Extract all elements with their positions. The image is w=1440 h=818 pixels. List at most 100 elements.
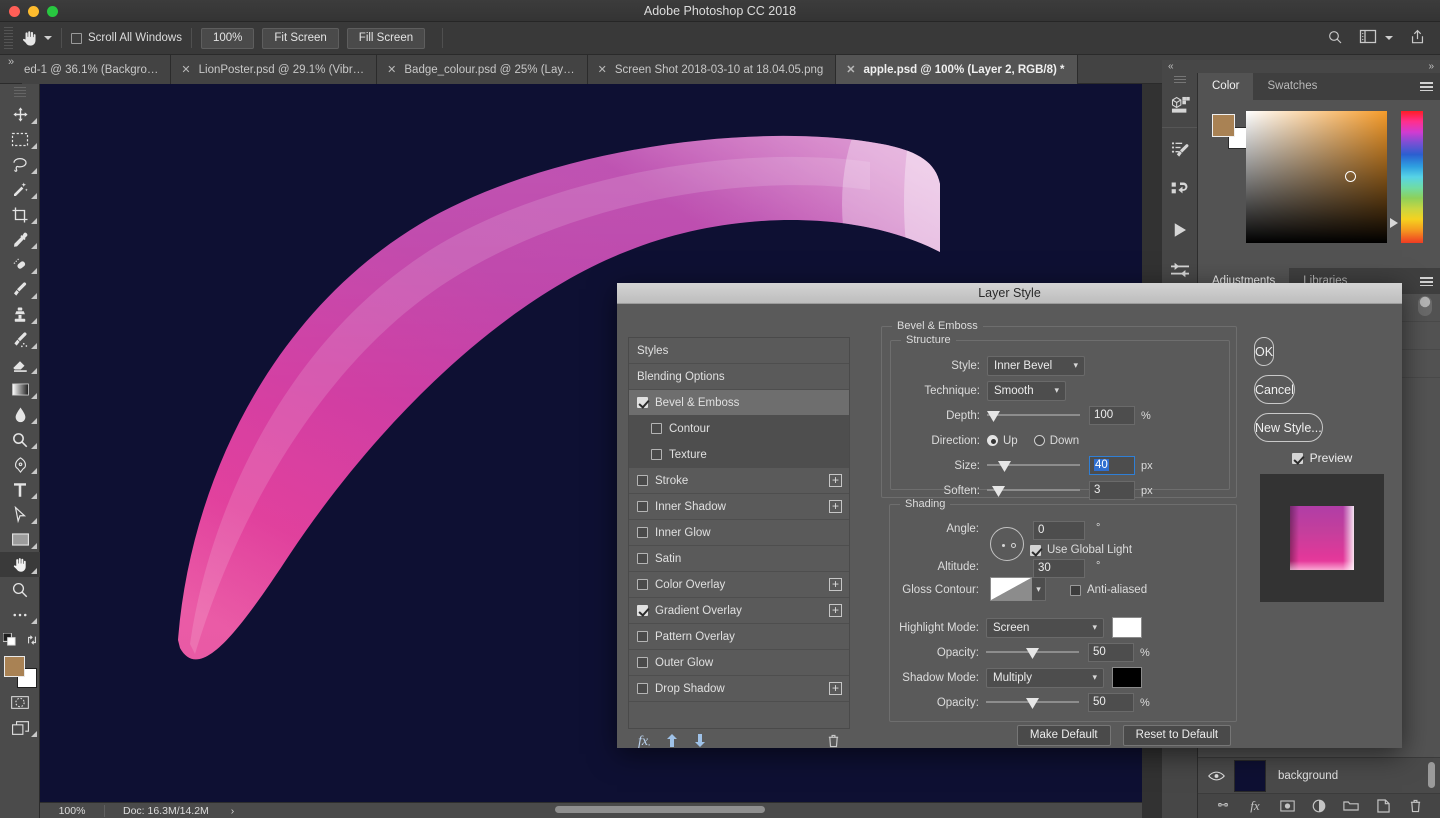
- styles-list-item-texture[interactable]: Texture: [629, 442, 849, 468]
- document-tab[interactable]: ✕ LionPoster.psd @ 29.1% (Vibr…: [171, 55, 377, 84]
- document-tab[interactable]: ✕ Screen Shot 2018-03-10 at 18.04.05.png: [588, 55, 837, 84]
- hue-slider[interactable]: [1401, 111, 1423, 243]
- effect-checkbox[interactable]: [651, 449, 662, 460]
- tab-swatches[interactable]: Swatches: [1253, 73, 1331, 100]
- layer-name[interactable]: background: [1266, 770, 1338, 782]
- effect-checkbox[interactable]: [637, 605, 648, 616]
- blur-tool[interactable]: [0, 402, 40, 427]
- status-expand-icon[interactable]: ›: [231, 805, 235, 817]
- expand-panels-icon[interactable]: »: [1428, 61, 1434, 72]
- adjustments-panel-menu-icon[interactable]: [1412, 268, 1440, 294]
- close-icon[interactable]: ✕: [846, 63, 855, 76]
- style-select[interactable]: Inner Bevel ▾: [987, 356, 1085, 376]
- fit-screen-button[interactable]: Fit Screen: [262, 28, 338, 49]
- effect-checkbox[interactable]: [637, 501, 648, 512]
- scroll-all-windows-checkbox[interactable]: Scroll All Windows: [71, 32, 182, 44]
- workspace-chevron-down-icon[interactable]: [1385, 36, 1393, 40]
- tabbar-collapse-icon[interactable]: »: [0, 55, 22, 83]
- styles-list-item-blending-options[interactable]: Blending Options: [629, 364, 849, 390]
- 3d-panel-icon[interactable]: [1162, 85, 1198, 125]
- cancel-button[interactable]: Cancel: [1254, 375, 1295, 404]
- direction-up-radio[interactable]: Up: [987, 435, 1018, 447]
- tool-preset-chevron-down-icon[interactable]: [44, 36, 52, 40]
- delete-icon[interactable]: [827, 734, 840, 751]
- styles-list-item-satin[interactable]: Satin: [629, 546, 849, 572]
- brush-tool[interactable]: [0, 277, 40, 302]
- close-icon[interactable]: ✕: [181, 63, 190, 76]
- layer-filter-toggle[interactable]: [1418, 296, 1432, 319]
- screen-mode-icon[interactable]: [0, 715, 40, 740]
- styles-list-item-color-overlay[interactable]: Color Overlay +: [629, 572, 849, 598]
- document-tab-active[interactable]: ✕ apple.psd @ 100% (Layer 2, RGB/8) *: [836, 55, 1077, 84]
- add-effect-icon[interactable]: +: [829, 682, 842, 695]
- eyedropper-tool[interactable]: [0, 227, 40, 252]
- chevron-down-icon[interactable]: ▾: [1032, 577, 1046, 601]
- size-input[interactable]: 40: [1089, 456, 1135, 475]
- direction-down-radio[interactable]: Down: [1034, 435, 1079, 447]
- angle-dial[interactable]: [990, 527, 1024, 561]
- mask-icon[interactable]: [1279, 798, 1295, 814]
- styles-list-item-inner-shadow[interactable]: Inner Shadow +: [629, 494, 849, 520]
- styles-list-item-styles[interactable]: Styles: [629, 338, 849, 364]
- slider-knob[interactable]: [998, 461, 1011, 472]
- layer-thumbnail[interactable]: [1234, 760, 1266, 792]
- default-colors-and-swap-icons[interactable]: [0, 627, 40, 652]
- gradient-tool[interactable]: [0, 377, 40, 402]
- soften-slider[interactable]: [987, 481, 1080, 500]
- shadow-mode-select[interactable]: Multiply ▾: [986, 668, 1104, 688]
- slider-knob[interactable]: [1026, 698, 1039, 709]
- gloss-contour-picker[interactable]: ▾: [990, 577, 1046, 601]
- color-panel-fg-bg-swatches[interactable]: [1212, 114, 1250, 149]
- depth-input[interactable]: 100: [1089, 406, 1135, 425]
- tools-panel-grip[interactable]: [14, 87, 26, 99]
- type-tool[interactable]: [0, 477, 40, 502]
- size-slider[interactable]: [987, 456, 1080, 475]
- shadow-opacity-input[interactable]: 50: [1088, 693, 1134, 712]
- effect-checkbox[interactable]: [637, 553, 648, 564]
- layer-list-item[interactable]: background: [1198, 757, 1440, 794]
- hand-tool[interactable]: [0, 552, 40, 577]
- layers-panel-scrollbar[interactable]: [1428, 762, 1435, 788]
- foreground-background-color-swatches[interactable]: [3, 656, 37, 688]
- quick-mask-icon[interactable]: [0, 690, 40, 715]
- shadow-color-swatch[interactable]: [1112, 667, 1142, 688]
- hue-slider-marker[interactable]: [1390, 218, 1398, 228]
- highlight-color-swatch[interactable]: [1112, 617, 1142, 638]
- effect-checkbox[interactable]: [637, 475, 648, 486]
- styles-list-item-gradient-overlay[interactable]: Gradient Overlay +: [629, 598, 849, 624]
- altitude-input[interactable]: 30: [1033, 559, 1085, 578]
- shadow-opacity-slider[interactable]: [986, 693, 1079, 712]
- zoom-100-button[interactable]: 100%: [201, 28, 254, 49]
- styles-list-item-pattern-overlay[interactable]: Pattern Overlay: [629, 624, 849, 650]
- link-icon[interactable]: [1215, 798, 1231, 814]
- effect-checkbox[interactable]: [637, 631, 648, 642]
- color-panel-foreground-swatch[interactable]: [1212, 114, 1235, 137]
- angle-input[interactable]: 0: [1033, 521, 1085, 540]
- effect-checkbox[interactable]: [651, 423, 662, 434]
- fx-icon[interactable]: fx: [1247, 798, 1263, 814]
- color-panel-menu-icon[interactable]: [1412, 73, 1440, 100]
- move-up-icon[interactable]: [666, 734, 678, 750]
- highlight-opacity-input[interactable]: 50: [1088, 643, 1134, 662]
- zoom-level[interactable]: 100%: [40, 805, 105, 817]
- move-tool[interactable]: [0, 102, 40, 127]
- styles-list-item-inner-glow[interactable]: Inner Glow: [629, 520, 849, 546]
- quick-selection-tool[interactable]: [0, 177, 40, 202]
- document-tab[interactable]: ✕ Badge_colour.psd @ 25% (Lay…: [377, 55, 587, 84]
- document-tab[interactable]: ed-1 @ 36.1% (Backgro…: [22, 55, 171, 84]
- slider-knob[interactable]: [1026, 648, 1039, 659]
- effect-checkbox[interactable]: [637, 397, 648, 408]
- history-brush-tool[interactable]: [0, 327, 40, 352]
- effect-checkbox[interactable]: [637, 527, 648, 538]
- clone-stamp-tool[interactable]: [0, 302, 40, 327]
- foreground-color-swatch[interactable]: [4, 656, 25, 677]
- effect-checkbox[interactable]: [637, 683, 648, 694]
- styles-list-item-drop-shadow[interactable]: Drop Shadow +: [629, 676, 849, 702]
- technique-select[interactable]: Smooth ▾: [987, 381, 1066, 401]
- new-style-button[interactable]: New Style...: [1254, 413, 1323, 442]
- workspace-icon[interactable]: [1359, 29, 1377, 47]
- slider-knob[interactable]: [992, 486, 1005, 497]
- add-effect-icon[interactable]: +: [829, 500, 842, 513]
- styles-list-item-stroke[interactable]: Stroke +: [629, 468, 849, 494]
- eraser-tool[interactable]: [0, 352, 40, 377]
